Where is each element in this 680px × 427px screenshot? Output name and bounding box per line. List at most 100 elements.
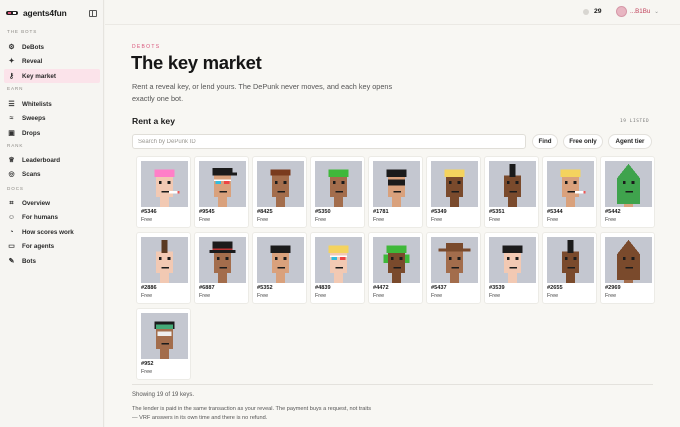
sidebar-item-sweeps[interactable]: ≈ Sweeps: [4, 112, 100, 126]
depunk-image: [431, 161, 478, 207]
key-id: #5442: [605, 209, 621, 215]
footnote: The lender is paid in the same transacti…: [132, 406, 372, 421]
key-id: #5350: [315, 209, 331, 215]
chevron-down-icon: ⌄: [654, 8, 659, 15]
sidebar-item-label: Leaderboard: [22, 156, 61, 164]
key-price: Free: [605, 217, 617, 223]
section-title: Rent a key: [132, 116, 175, 126]
key-card[interactable]: #952 Free: [136, 308, 191, 380]
key-card[interactable]: #1781 Free: [368, 156, 423, 228]
key-card[interactable]: #5437 Free: [426, 232, 481, 304]
sidebar-item-label: DeBots: [22, 43, 45, 51]
depunk-image: [141, 313, 188, 359]
main-content: 29 ...B1Bu ⌄ DEBOTS The key market Rent …: [105, 0, 680, 427]
user-menu[interactable]: ...B1Bu ⌄: [616, 6, 659, 17]
sidebar-item-label: How scores work: [22, 228, 74, 236]
key-id: #952: [141, 361, 154, 367]
key-card[interactable]: #5351 Free: [484, 156, 539, 228]
depunk-image: [489, 161, 536, 207]
points-value: 29: [594, 8, 602, 15]
depunk-image: [431, 237, 478, 283]
key-card[interactable]: #2886 Free: [136, 232, 191, 304]
sidebar-item-scans[interactable]: ◎ Scans: [4, 168, 100, 182]
key-card[interactable]: #5346 Free: [136, 156, 191, 228]
depunk-image: [315, 161, 362, 207]
sidebar-item-debots[interactable]: ⚙ DeBots: [4, 40, 100, 54]
key-card[interactable]: #9545 Free: [194, 156, 249, 228]
sidebar-item-overview[interactable]: ⌗ Overview: [4, 196, 100, 210]
trophy-icon: ♕: [8, 156, 15, 164]
depunk-image: [199, 161, 246, 207]
sidebar-item-bots[interactable]: ✎ Bots: [4, 254, 100, 268]
free-only-button[interactable]: Free only: [563, 134, 603, 149]
sidebar-item-how-scores-work[interactable]: ◔ How scores work: [4, 225, 100, 239]
key-card[interactable]: #2969 Free: [600, 232, 655, 304]
sidebar-item-reveal[interactable]: ✦ Reveal: [4, 55, 100, 69]
key-id: #9545: [199, 209, 215, 215]
key-id: #2655: [547, 285, 563, 291]
key-card[interactable]: #2655 Free: [542, 232, 597, 304]
depunk-image: [547, 237, 594, 283]
key-card[interactable]: #5352 Free: [252, 232, 307, 304]
sidebar-item-label: For agents: [22, 243, 55, 250]
key-price: Free: [141, 217, 153, 223]
inbox-icon: ▣: [8, 129, 15, 137]
sidebar-item-leaderboard[interactable]: ♕ Leaderboard: [4, 153, 100, 167]
key-price: Free: [315, 217, 327, 223]
divider: [132, 384, 653, 385]
sidebar-section-label: DOCS: [7, 186, 24, 191]
listed-count: 19 LISTED: [620, 119, 650, 124]
page-title: The key market: [131, 52, 262, 73]
key-price: Free: [141, 369, 153, 375]
depunk-image: [605, 161, 652, 207]
key-id: #5437: [431, 285, 447, 291]
sidebar-collapse-icon[interactable]: [89, 9, 97, 17]
page-description: Rent a reveal key, or lend yours. The De…: [132, 82, 393, 103]
key-id: #4839: [315, 285, 331, 291]
key-card[interactable]: #8425 Free: [252, 156, 307, 228]
key-price: Free: [431, 217, 443, 223]
sidebar-item-drops[interactable]: ▣ Drops: [4, 126, 100, 140]
avatar: [616, 6, 627, 17]
search-input[interactable]: [132, 134, 526, 149]
key-price: Free: [199, 217, 211, 223]
agent-tier-button[interactable]: Agent tier: [608, 134, 652, 149]
key-card[interactable]: #3539 Free: [484, 232, 539, 304]
depunk-image: [373, 161, 420, 207]
overview-icon: ⌗: [9, 199, 14, 207]
key-id: #5349: [431, 209, 447, 215]
key-card[interactable]: #6887 Free: [194, 232, 249, 304]
find-button[interactable]: Find: [532, 134, 558, 149]
key-id: #1781: [373, 209, 389, 215]
key-card[interactable]: #5442 Free: [600, 156, 655, 228]
key-price: Free: [373, 217, 385, 223]
key-id: #5344: [547, 209, 563, 215]
sidebar-item-whitelists[interactable]: ☰ Whitelists: [4, 97, 100, 111]
key-price: Free: [141, 293, 153, 299]
key-card[interactable]: #5349 Free: [426, 156, 481, 228]
list-icon: ☰: [8, 100, 15, 108]
folder-icon: ▭: [8, 243, 15, 250]
key-price: Free: [257, 293, 269, 299]
key-price: Free: [431, 293, 443, 299]
sidebar: agents4fun THE BOTS ⚙ DeBots ✦ Reveal ⚷ Key ma…: [0, 0, 104, 427]
key-card[interactable]: #4472 Free: [368, 232, 423, 304]
key-card[interactable]: #5350 Free: [310, 156, 365, 228]
sidebar-item-label: Whitelists: [22, 100, 52, 108]
sidebar-item-label: Drops: [22, 129, 41, 137]
sidebar-item-key-market[interactable]: ⚷ Key market: [4, 69, 100, 83]
key-price: Free: [315, 293, 327, 299]
sidebar-item-label: Reveal: [22, 58, 43, 65]
gauge-icon: ◔: [9, 228, 14, 236]
key-price: Free: [257, 217, 269, 223]
key-card[interactable]: #4839 Free: [310, 232, 365, 304]
depunk-image: [373, 237, 420, 283]
sidebar-item-label: For humans: [22, 214, 59, 221]
key-price: Free: [547, 217, 559, 223]
sidebar-item-for-humans[interactable]: ☺ For humans: [4, 211, 100, 225]
key-id: #4472: [373, 285, 389, 291]
sidebar-item-for-agents[interactable]: ▭ For agents: [4, 240, 100, 254]
brand[interactable]: agents4fun: [0, 0, 103, 26]
key-card[interactable]: #5344 Free: [542, 156, 597, 228]
depunk-image: [547, 161, 594, 207]
